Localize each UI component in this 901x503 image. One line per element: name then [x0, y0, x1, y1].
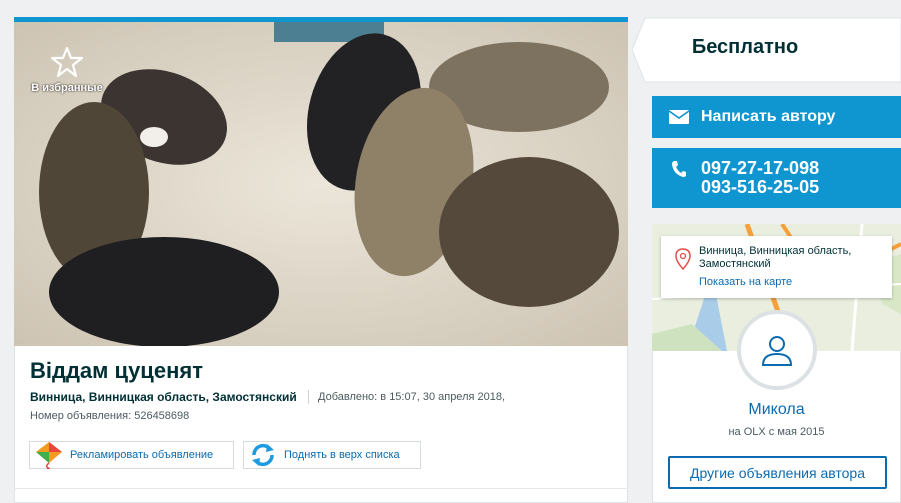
promote-label: Рекламировать объявление — [70, 449, 214, 461]
write-author-button[interactable]: Написать автору — [652, 96, 901, 138]
favorite-button[interactable]: В избранные — [28, 38, 106, 108]
phone-number-1: 097-27-17-098 — [701, 158, 820, 178]
listing-added-date: Добавлено: в 15:07, 30 апреля 2018, — [318, 391, 506, 403]
user-icon — [761, 336, 793, 366]
star-icon — [51, 46, 83, 78]
phone-button[interactable]: 097-27-17-098 093-516-25-05 — [652, 148, 901, 208]
kite-icon — [34, 441, 64, 469]
envelope-icon — [667, 110, 691, 124]
price-value: Бесплатно — [691, 36, 799, 58]
listing-photo[interactable] — [14, 22, 628, 346]
promote-button[interactable]: Рекламировать объявление — [29, 441, 234, 469]
other-ads-button[interactable]: Другие объявления автора — [668, 456, 887, 489]
show-on-map-link[interactable]: Показать на карте — [699, 276, 792, 288]
map-address: Винница, Винницкая область, Замостянский — [699, 245, 852, 270]
seller-since: на OLX с мая 2015 — [728, 426, 825, 438]
listing-title: Віддам цуценят — [30, 358, 203, 383]
card-divider — [14, 488, 628, 489]
refresh-icon — [248, 441, 278, 469]
meta-divider — [308, 390, 309, 404]
location-pin-icon — [675, 248, 691, 275]
listing-location: Винница, Винницкая область, Замостянский — [30, 390, 297, 404]
phone-number-2: 093-516-25-05 — [701, 177, 820, 197]
write-author-label: Написать автору — [701, 108, 836, 125]
seller-name[interactable]: Микола — [652, 401, 901, 419]
listing-ad-number: Номер объявления: 526458698 — [30, 410, 190, 422]
raise-button[interactable]: Поднять в верх списка — [243, 441, 421, 469]
raise-label: Поднять в верх списка — [284, 449, 400, 461]
phone-icon — [667, 160, 691, 178]
map-popup: Винница, Винницкая область, Замостянский… — [661, 236, 892, 298]
seller-avatar[interactable] — [737, 310, 817, 390]
favorite-label: В избранные — [31, 82, 103, 94]
